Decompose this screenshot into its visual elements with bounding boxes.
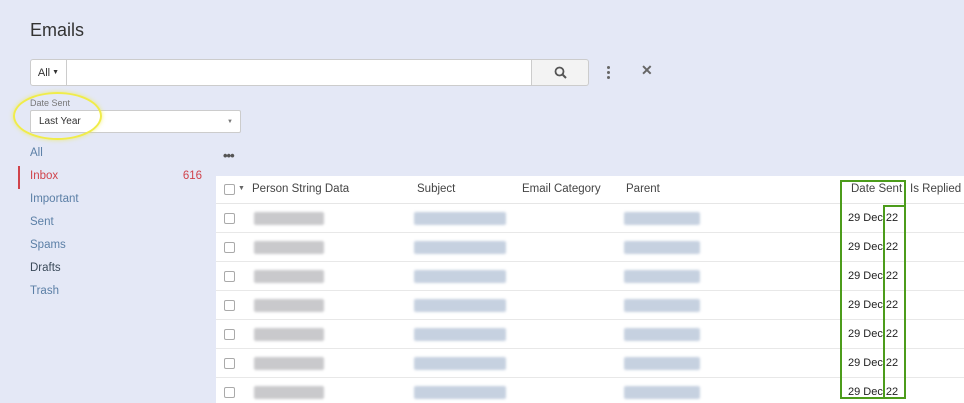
column-header-person[interactable]: Person String Data: [252, 183, 349, 195]
table-row[interactable]: 29 Dec 22: [216, 204, 964, 233]
column-header-subject[interactable]: Subject: [417, 183, 455, 195]
row-checkbox[interactable]: [224, 213, 235, 224]
column-header-email-category[interactable]: Email Category: [522, 183, 601, 195]
email-table: ▼ Person String Data Subject Email Categ…: [216, 176, 964, 403]
subject-cell[interactable]: [414, 212, 506, 225]
more-options-icon[interactable]: [601, 62, 615, 82]
close-icon[interactable]: ✕: [641, 62, 653, 79]
subject-cell[interactable]: [414, 241, 506, 254]
person-cell[interactable]: [254, 241, 324, 254]
column-header-date-sent[interactable]: Date Sent: [851, 183, 902, 195]
date-sent-cell: 29 Dec 22: [848, 212, 899, 224]
nav-item-all[interactable]: All: [18, 143, 208, 166]
search-icon: [554, 66, 567, 79]
date-sent-filter-value: Last Year: [39, 116, 81, 127]
person-cell[interactable]: [254, 357, 324, 370]
search-bar: All ▼: [30, 59, 589, 86]
search-scope-dropdown[interactable]: All ▼: [30, 59, 67, 86]
nav-item-important[interactable]: Important: [18, 189, 208, 212]
person-cell[interactable]: [254, 212, 324, 225]
date-sent-cell: 29 Dec 22: [848, 270, 899, 282]
nav-item-trash[interactable]: Trash: [18, 281, 208, 304]
date-sent-cell: 29 Dec 22: [848, 299, 899, 311]
search-scope-label: All: [37, 66, 51, 79]
inbox-count-badge: 616: [182, 170, 202, 182]
row-checkbox[interactable]: [224, 358, 235, 369]
page-title: Emails: [30, 20, 85, 40]
folder-nav: All Inbox 616 Important Sent Spams Draft…: [18, 143, 208, 304]
row-checkbox[interactable]: [224, 242, 235, 253]
chevron-down-icon: ▼: [52, 69, 60, 76]
table-row[interactable]: 29 Dec 22: [216, 378, 964, 403]
subject-cell[interactable]: [414, 357, 506, 370]
search-input[interactable]: [67, 59, 532, 86]
person-cell[interactable]: [254, 299, 324, 312]
parent-cell[interactable]: [624, 357, 700, 370]
parent-cell[interactable]: [624, 299, 700, 312]
row-checkbox[interactable]: [224, 271, 235, 282]
date-sent-cell: 29 Dec 22: [848, 357, 899, 369]
chevron-down-icon: ▼: [227, 119, 233, 125]
parent-cell[interactable]: [624, 212, 700, 225]
subject-cell[interactable]: [414, 270, 506, 283]
row-checkbox[interactable]: [224, 387, 235, 398]
table-row[interactable]: 29 Dec 22: [216, 320, 964, 349]
subject-cell[interactable]: [414, 299, 506, 312]
table-header: ▼ Person String Data Subject Email Categ…: [216, 176, 964, 204]
person-cell[interactable]: [254, 386, 324, 399]
row-checkbox[interactable]: [224, 329, 235, 340]
nav-item-inbox[interactable]: Inbox 616: [18, 166, 208, 189]
parent-cell[interactable]: [624, 328, 700, 341]
date-sent-cell: 29 Dec 22: [848, 386, 899, 398]
person-cell[interactable]: [254, 328, 324, 341]
table-row[interactable]: 29 Dec 22: [216, 233, 964, 262]
subject-cell[interactable]: [414, 386, 506, 399]
select-all-checkbox[interactable]: [224, 184, 235, 195]
column-header-parent[interactable]: Parent: [626, 183, 660, 195]
table-row[interactable]: 29 Dec 22: [216, 291, 964, 320]
chevron-down-icon[interactable]: ▼: [238, 185, 245, 192]
nav-item-drafts[interactable]: Drafts: [18, 258, 208, 281]
person-cell[interactable]: [254, 270, 324, 283]
date-sent-cell: 29 Dec 22: [848, 328, 899, 340]
nav-item-spams[interactable]: Spams: [18, 235, 208, 258]
subject-cell[interactable]: [414, 328, 506, 341]
row-checkbox[interactable]: [224, 300, 235, 311]
date-sent-cell: 29 Dec 22: [848, 241, 899, 253]
parent-cell[interactable]: [624, 241, 700, 254]
date-sent-filter-label: Date Sent: [30, 98, 71, 108]
date-sent-filter-select[interactable]: Last Year ▼: [30, 110, 241, 133]
table-row[interactable]: 29 Dec 22: [216, 262, 964, 291]
actions-menu-icon[interactable]: •••: [223, 148, 235, 163]
search-button[interactable]: [532, 59, 589, 86]
table-row[interactable]: 29 Dec 22: [216, 349, 964, 378]
column-header-is-replied[interactable]: Is Replied: [910, 183, 961, 195]
parent-cell[interactable]: [624, 386, 700, 399]
nav-item-sent[interactable]: Sent: [18, 212, 208, 235]
parent-cell[interactable]: [624, 270, 700, 283]
